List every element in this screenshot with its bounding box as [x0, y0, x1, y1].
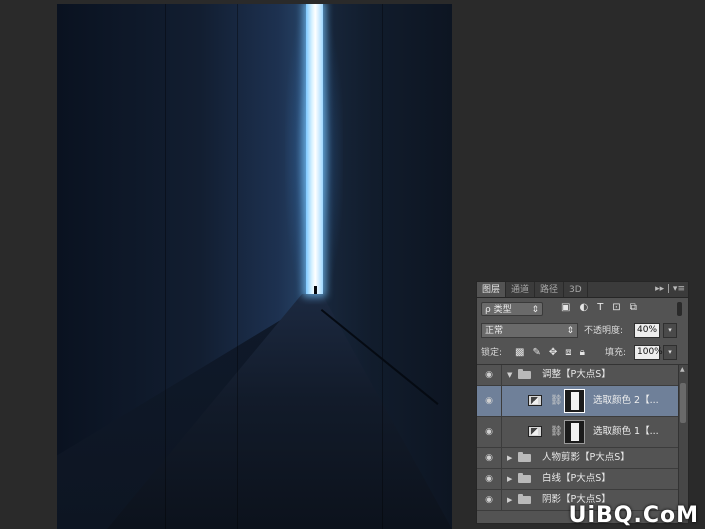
eye-icon[interactable]: ◉ [477, 490, 502, 510]
shape-filter-icon[interactable]: ⊡ [612, 302, 620, 313]
layers-panel: 图层 通道 路径 3D ▸▸ | ▾≡ ρ 类型 ⇕ ▣ ◐ T ⊡ ⧉ 正常 … [476, 281, 689, 524]
tab-channels[interactable]: 通道 [506, 282, 536, 297]
lock-image-icon[interactable]: ✎ [532, 346, 540, 360]
scroll-up-icon[interactable]: ▲ [680, 366, 685, 373]
adjustment-filter-icon[interactable]: ◐ [579, 302, 588, 313]
layer-adjustment-row[interactable]: ◉ ⛓︎ 选取颜色 1【... [477, 417, 688, 448]
image-filter-icon[interactable]: ▣ [561, 302, 570, 313]
folder-icon [518, 473, 531, 483]
layers-scrollbar[interactable]: ▲ [678, 365, 688, 523]
wall-seam [237, 4, 238, 529]
filter-row: ρ 类型 ⇕ ▣ ◐ T ⊡ ⧉ [477, 298, 688, 320]
opacity-label: 不透明度: [584, 326, 624, 336]
filter-toggle[interactable] [677, 302, 682, 316]
layer-mask-thumbnail[interactable] [564, 389, 585, 413]
layer-name: 调整【P大点S】 [542, 369, 611, 380]
layer-name: 选取颜色 1【... [593, 426, 659, 437]
opacity-dropdown-button[interactable]: ▾ [663, 323, 677, 338]
layers-list: ◉ ▼ 调整【P大点S】 ◉ ⛓︎ 选取颜色 2【... ◉ ⛓︎ 选取颜色 1… [477, 365, 688, 523]
type-filter-icon[interactable]: T [597, 302, 603, 313]
filter-type-select[interactable]: ρ 类型 ⇕ [481, 302, 543, 316]
tab-3d[interactable]: 3D [564, 282, 588, 297]
fill-input[interactable]: 100% [634, 345, 663, 360]
folder-icon [518, 494, 531, 504]
fill-label: 填充: [605, 348, 627, 358]
layer-name: 白线【P大点S】 [542, 473, 611, 484]
layer-mask-thumbnail[interactable] [564, 420, 585, 444]
lock-position-icon[interactable]: ✥ [549, 346, 557, 360]
lock-artboard-icon[interactable]: ⧈ [565, 346, 571, 360]
wall-seam [382, 4, 383, 529]
chevron-down-icon: ⇕ [531, 305, 539, 315]
eye-icon[interactable]: ◉ [477, 448, 502, 468]
wall-seam [165, 4, 166, 529]
eye-icon[interactable]: ◉ [477, 386, 502, 416]
chevron-down-icon: ⇕ [566, 326, 574, 336]
chevron-down-icon[interactable]: ▼ [507, 365, 512, 385]
blend-mode-select[interactable]: 正常 ⇕ [481, 323, 578, 338]
person-silhouette [314, 286, 317, 294]
panel-tabs: 图层 通道 路径 3D ▸▸ | ▾≡ [477, 282, 688, 298]
layer-adjustment-row[interactable]: ◉ ⛓︎ 选取颜色 2【... [477, 386, 688, 417]
chevron-right-icon[interactable]: ▶ [507, 448, 512, 468]
panel-menu-icon[interactable]: ▸▸ | ▾≡ [655, 283, 685, 296]
chevron-right-icon[interactable]: ▶ [507, 469, 512, 489]
layer-group-row[interactable]: ◉ ▼ 调整【P大点S】 [477, 365, 688, 386]
lock-all-icon[interactable]: 🔒︎ [580, 346, 585, 360]
filter-type-label: ρ 类型 [485, 305, 512, 315]
eye-icon[interactable]: ◉ [477, 417, 502, 447]
tab-paths[interactable]: 路径 [535, 282, 565, 297]
light-slit [306, 4, 323, 294]
lock-icons: ▩ ✎ ✥ ⧈ 🔒︎ [515, 346, 585, 360]
opacity-input[interactable]: 40% [634, 323, 660, 338]
folder-icon [518, 369, 531, 379]
eye-icon[interactable]: ◉ [477, 365, 502, 385]
blend-row: 正常 ⇕ 不透明度: 40% ▾ [477, 320, 688, 342]
lock-row: 锁定: ▩ ✎ ✥ ⧈ 🔒︎ 填充: 100% ▾ [477, 342, 688, 365]
layer-group-row[interactable]: ◉ ▶ 人物剪影【P大点S】 [477, 448, 688, 469]
link-icon[interactable]: ⛓︎ [550, 386, 563, 416]
eye-icon[interactable]: ◉ [477, 469, 502, 489]
smart-object-filter-icon[interactable]: ⧉ [630, 302, 637, 313]
fill-dropdown-button[interactable]: ▾ [663, 345, 677, 360]
scrollbar-thumb[interactable] [680, 383, 686, 423]
selective-color-icon [528, 426, 542, 437]
lock-label: 锁定: [481, 348, 503, 358]
tab-layers[interactable]: 图层 [477, 282, 507, 297]
layer-name: 选取颜色 2【... [593, 395, 659, 406]
document-canvas[interactable] [57, 4, 452, 529]
layer-group-row[interactable]: ◉ ▶ 白线【P大点S】 [477, 469, 688, 490]
filter-icons: ▣ ◐ T ⊡ ⧉ [561, 302, 637, 313]
watermark: UiBQ.CoM [568, 503, 699, 528]
blend-mode-value: 正常 [485, 326, 504, 336]
link-icon[interactable]: ⛓︎ [550, 417, 563, 447]
selective-color-icon [528, 395, 542, 406]
chevron-right-icon[interactable]: ▶ [507, 490, 512, 510]
lock-transparent-icon[interactable]: ▩ [515, 346, 524, 360]
folder-icon [518, 452, 531, 462]
layer-name: 人物剪影【P大点S】 [542, 452, 630, 463]
